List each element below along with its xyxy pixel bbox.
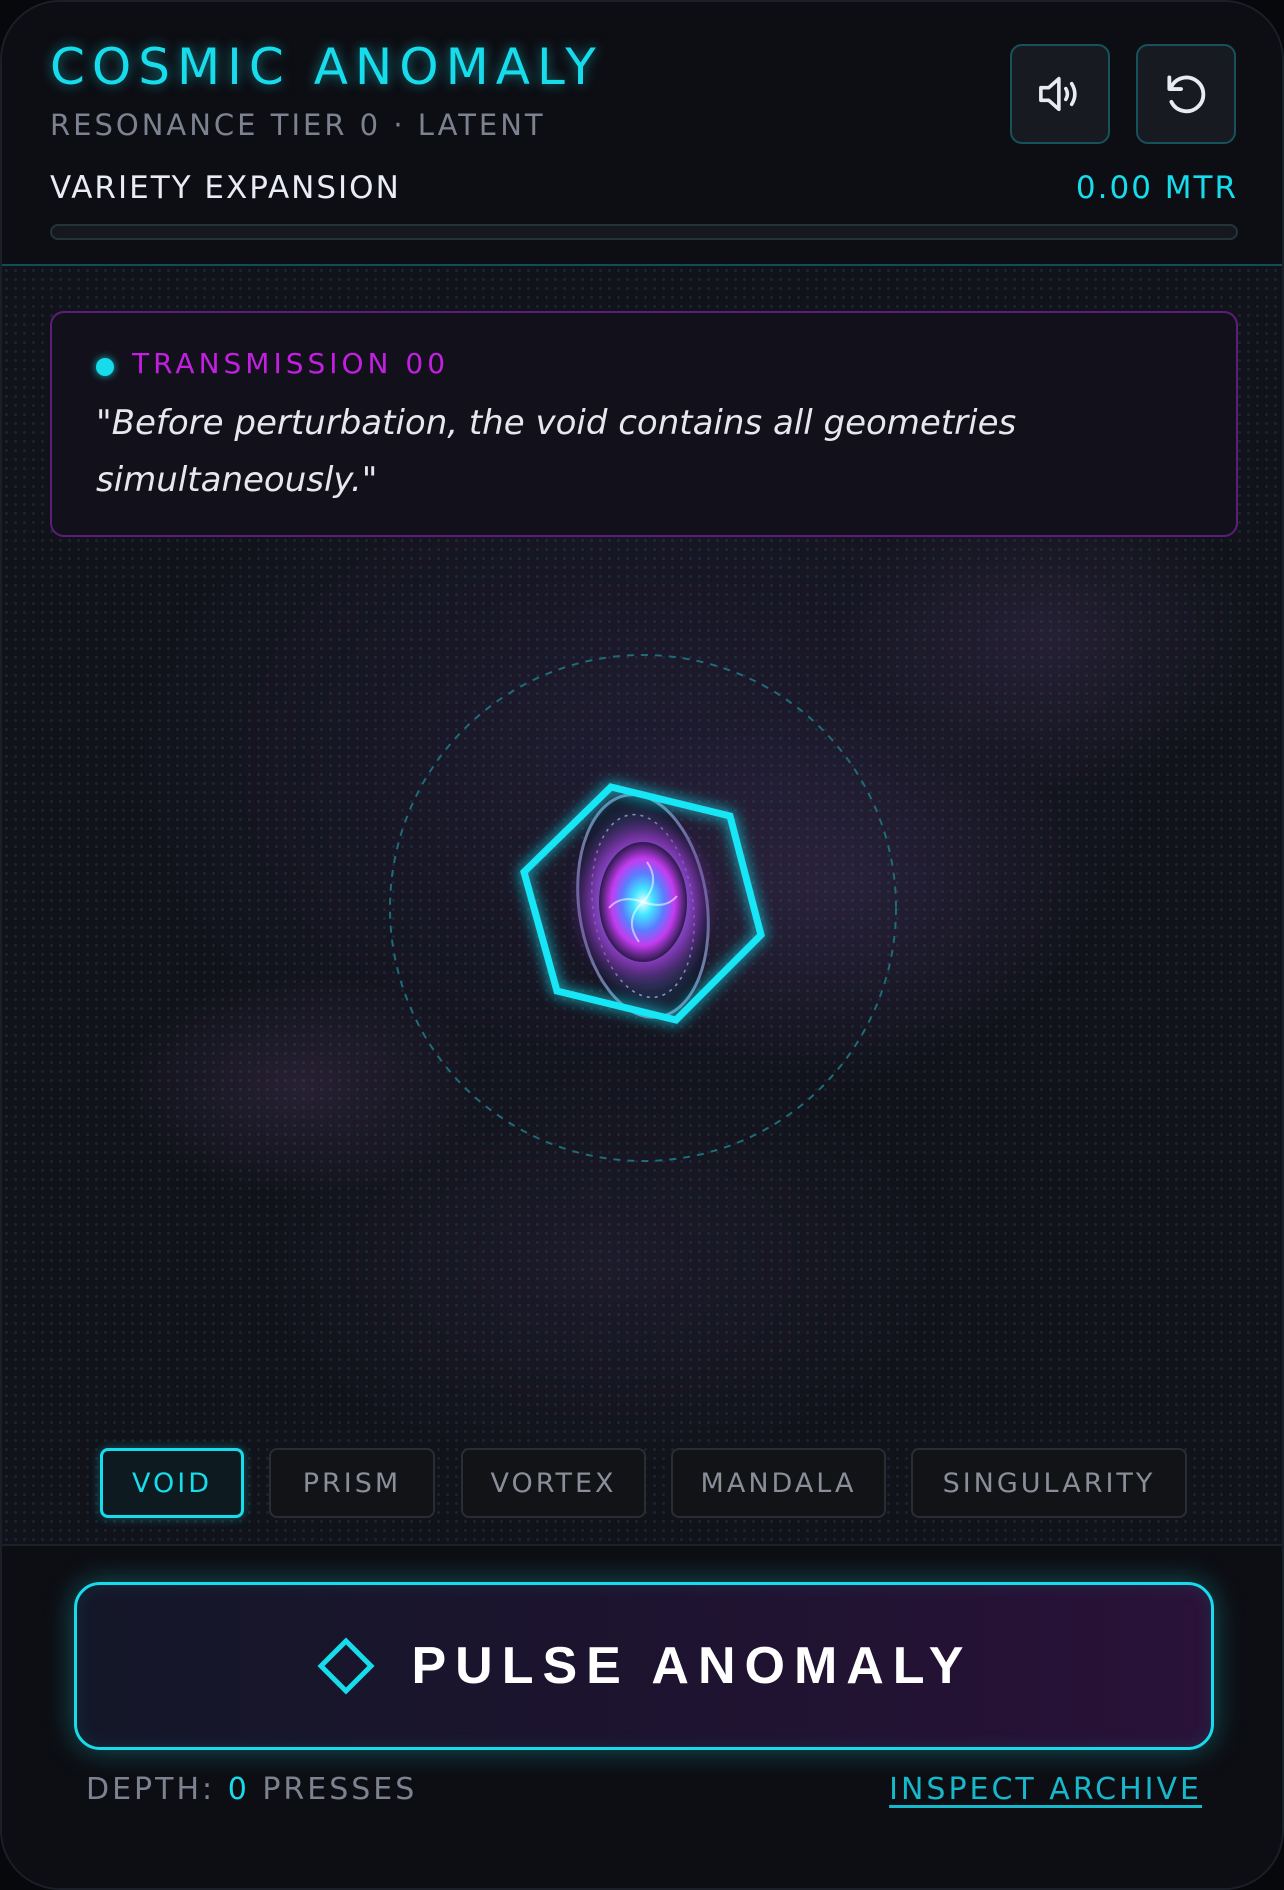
reset-button[interactable]: [1136, 44, 1236, 144]
game-screen: COSMIC ANOMALY RESONANCE TIER 0 · LATENT…: [0, 0, 1284, 1890]
depth-suffix: PRESSES: [249, 1772, 418, 1807]
pulse-anomaly-label: PULSE ANOMALY: [411, 1637, 973, 1695]
anomaly-core[interactable]: [520, 783, 765, 1026]
form-tab-void[interactable]: VOID: [100, 1448, 244, 1518]
pulse-anomaly-button[interactable]: PULSE ANOMALY: [74, 1582, 1214, 1750]
diamond-outline-icon: [316, 1637, 375, 1695]
form-tab-vortex[interactable]: VORTEX: [461, 1448, 646, 1518]
play-field: TRANSMISSION 00 "Before perturbation, th…: [2, 266, 1282, 1546]
form-selector: VOID PRISM VORTEX MANDALA SINGULARITY: [2, 1448, 1282, 1520]
form-tab-mandala[interactable]: MANDALA: [671, 1448, 886, 1518]
depth-counter: DEPTH: 0 PRESSES: [86, 1772, 417, 1807]
reset-rotate-icon: [1167, 75, 1206, 114]
resonance-tier-status: RESONANCE TIER 0 · LATENT: [50, 108, 546, 142]
speaker-volume-icon: [1039, 76, 1077, 112]
variety-expansion-label: VARIETY EXPANSION: [50, 170, 401, 206]
game-title: COSMIC ANOMALY: [50, 38, 603, 96]
variety-expansion-progress-bar: [50, 224, 1238, 240]
variety-expansion-value: 0.00 MTR: [1075, 170, 1238, 206]
depth-count: 0: [227, 1772, 250, 1807]
header: COSMIC ANOMALY RESONANCE TIER 0 · LATENT…: [2, 2, 1282, 266]
depth-prefix: DEPTH:: [86, 1772, 228, 1807]
form-tab-prism[interactable]: PRISM: [269, 1448, 435, 1518]
anomaly-stage: [389, 654, 897, 1162]
inspect-archive-link[interactable]: INSPECT ARCHIVE: [889, 1772, 1202, 1807]
sound-toggle-button[interactable]: [1010, 44, 1110, 144]
footer: PULSE ANOMALY DEPTH: 0 PRESSES INSPECT A…: [2, 1546, 1282, 1888]
form-tab-singularity[interactable]: SINGULARITY: [911, 1448, 1187, 1518]
